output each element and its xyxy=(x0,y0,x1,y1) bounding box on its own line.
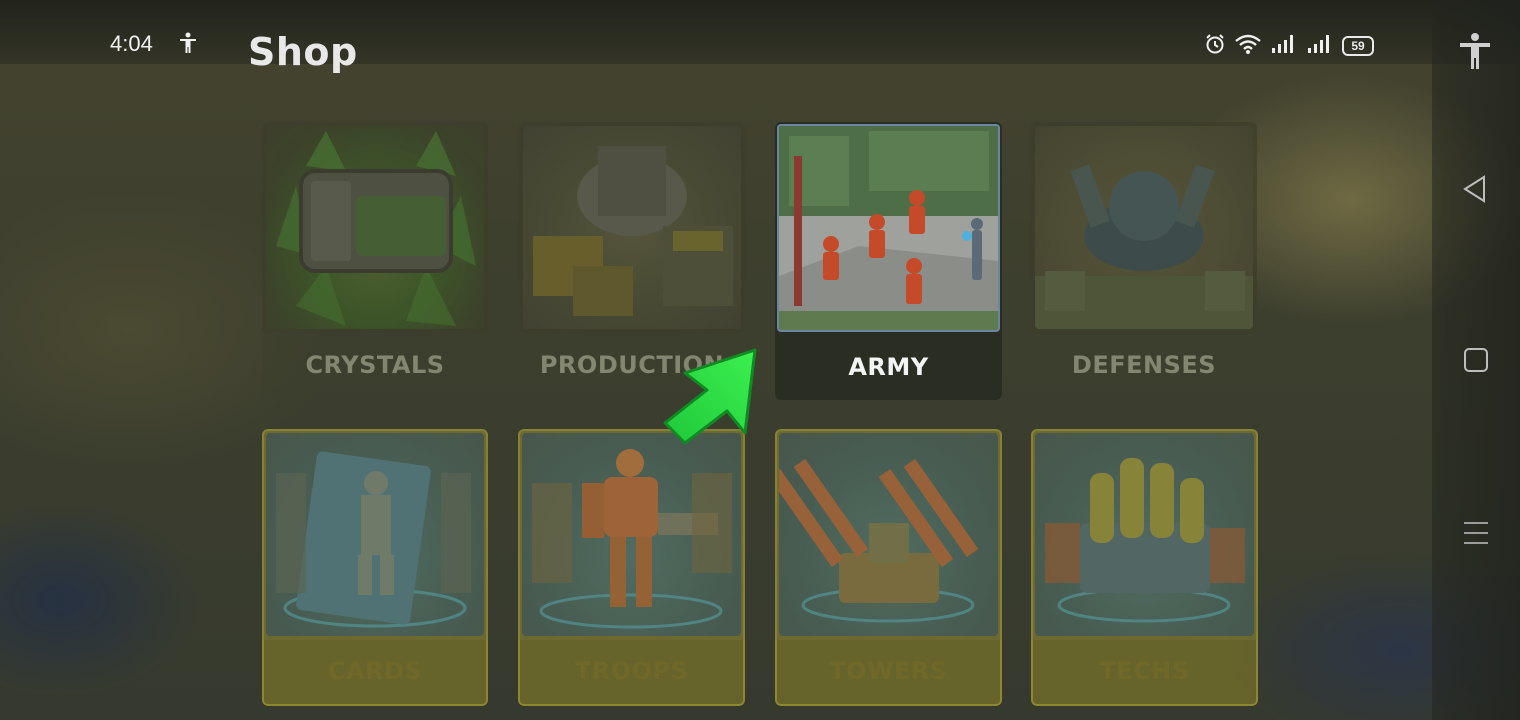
page-title: Shop xyxy=(248,30,358,74)
accessibility-icon xyxy=(1460,33,1490,69)
tile-cards[interactable]: CARDS xyxy=(262,429,488,706)
tile-label: DEFENSES xyxy=(1071,351,1217,379)
menu-icon xyxy=(1464,522,1488,544)
status-icons: 59 xyxy=(1204,33,1374,59)
tile-label: TOWERS xyxy=(829,657,948,685)
tile-techs[interactable]: TECHS xyxy=(1031,429,1258,706)
tile-label: ARMY xyxy=(848,353,929,381)
recents-button[interactable] xyxy=(1462,520,1490,550)
accessibility-button[interactable] xyxy=(1458,32,1492,74)
top-bar: 4:04 Shop 59 xyxy=(0,0,1520,74)
tile-troops[interactable]: TROOPS xyxy=(518,429,745,706)
tile-label: CRYSTALS xyxy=(305,351,445,379)
tile-towers[interactable]: TOWERS xyxy=(775,429,1002,706)
signal-icon xyxy=(1270,34,1298,58)
tutorial-pointer-arrow-icon xyxy=(655,345,765,449)
tile-label: TROOPS xyxy=(574,657,689,685)
wifi-icon xyxy=(1234,33,1262,59)
home-button[interactable] xyxy=(1463,347,1489,377)
army-image xyxy=(777,124,1000,332)
tile-label: CARDS xyxy=(327,657,423,685)
tile-crystals[interactable]: CRYSTALS xyxy=(262,122,488,400)
back-button[interactable] xyxy=(1460,174,1490,208)
status-time: 4:04 xyxy=(110,31,153,56)
battery-icon: 59 xyxy=(1342,36,1374,56)
tile-army[interactable]: ARMY xyxy=(775,122,1002,400)
signal-icon xyxy=(1306,34,1334,58)
tile-defenses[interactable]: DEFENSES xyxy=(1031,122,1257,400)
accessibility-icon xyxy=(178,32,198,58)
alarm-icon xyxy=(1204,33,1226,59)
back-icon xyxy=(1463,175,1485,203)
home-icon xyxy=(1464,348,1488,372)
tile-label: TECHS xyxy=(1099,657,1190,685)
